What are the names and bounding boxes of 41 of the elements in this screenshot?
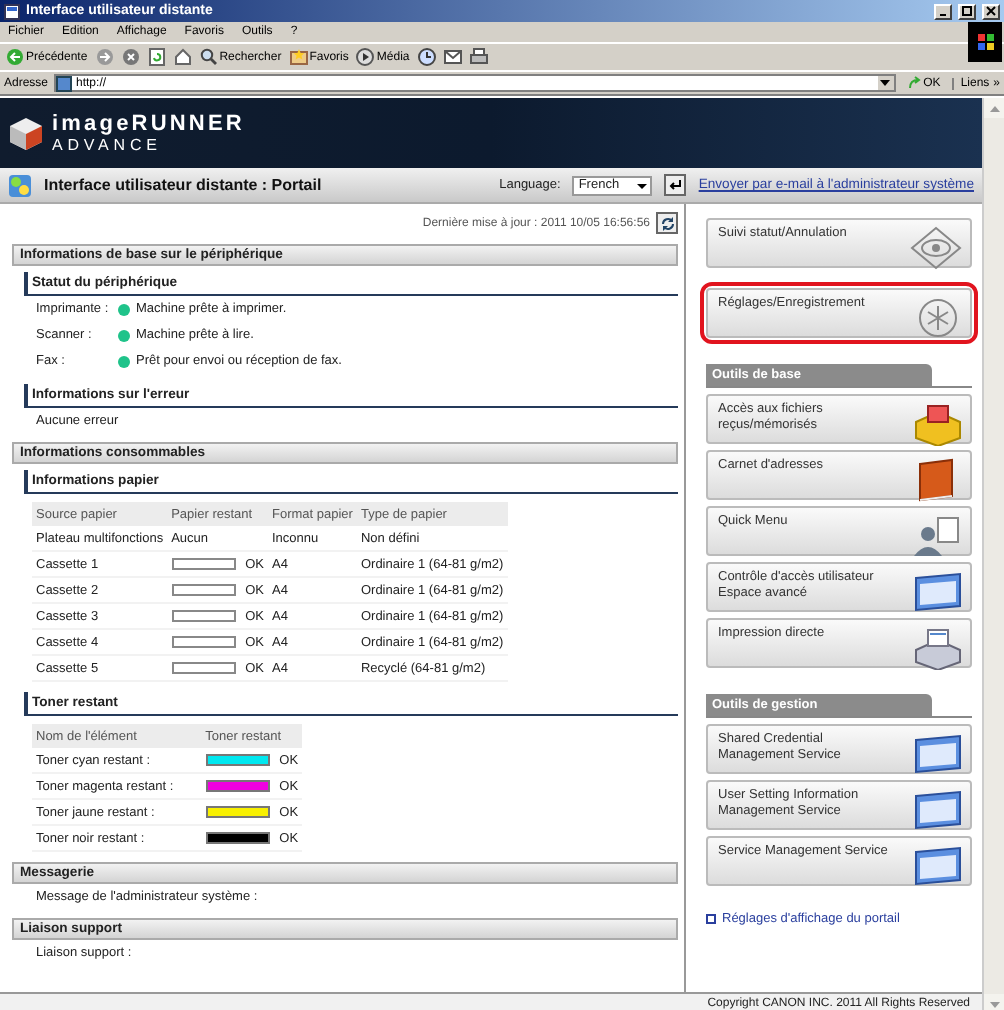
home-icon[interactable]: [173, 48, 192, 66]
close-icon: [986, 6, 996, 16]
window-icon: [910, 788, 964, 832]
portal-icon: [8, 173, 32, 197]
forward-icon[interactable]: [95, 48, 114, 66]
window-icon: [910, 570, 964, 614]
stop-icon[interactable]: [121, 48, 140, 66]
bullet-icon: [706, 914, 716, 924]
printer-icon: [910, 626, 964, 670]
close-button[interactable]: [982, 3, 1000, 19]
history-icon[interactable]: [417, 48, 436, 66]
eye-icon: [910, 226, 964, 270]
portal-title: Interface utilisateur distante : Portail: [44, 176, 324, 194]
person-icon: [910, 514, 964, 558]
refresh-icon: [659, 215, 675, 231]
scroll-down-icon[interactable]: [989, 1001, 999, 1007]
maximize-icon: [962, 6, 972, 16]
return-arrow-icon: [668, 178, 683, 192]
product-name: imageRUNNER: [52, 111, 245, 135]
dropdown-arrow-icon[interactable]: [877, 76, 894, 90]
file-box-icon: [910, 402, 964, 446]
media-icon: [356, 48, 375, 66]
page-icon: [56, 75, 73, 91]
product-line: ADVANCE: [52, 135, 164, 155]
scrollbar[interactable]: [982, 98, 1004, 1010]
apply-button[interactable]: [664, 174, 687, 196]
scroll-up-icon[interactable]: [989, 105, 999, 111]
star-folder-icon: [289, 48, 308, 66]
windows-logo-icon: [968, 22, 1002, 62]
printer-icon[interactable]: [469, 48, 488, 66]
refresh-button[interactable]: [656, 212, 678, 234]
refresh-icon[interactable]: [147, 48, 166, 66]
window-icon: [910, 844, 964, 888]
maximize-button[interactable]: [958, 3, 976, 19]
arrow-icon: [907, 76, 922, 90]
search-icon: [199, 48, 218, 66]
cube-logo-icon: [8, 115, 44, 151]
mail-icon[interactable]: [443, 48, 462, 66]
app-icon: [4, 3, 20, 19]
minimize-button[interactable]: [934, 3, 952, 19]
window-icon: [910, 732, 964, 776]
